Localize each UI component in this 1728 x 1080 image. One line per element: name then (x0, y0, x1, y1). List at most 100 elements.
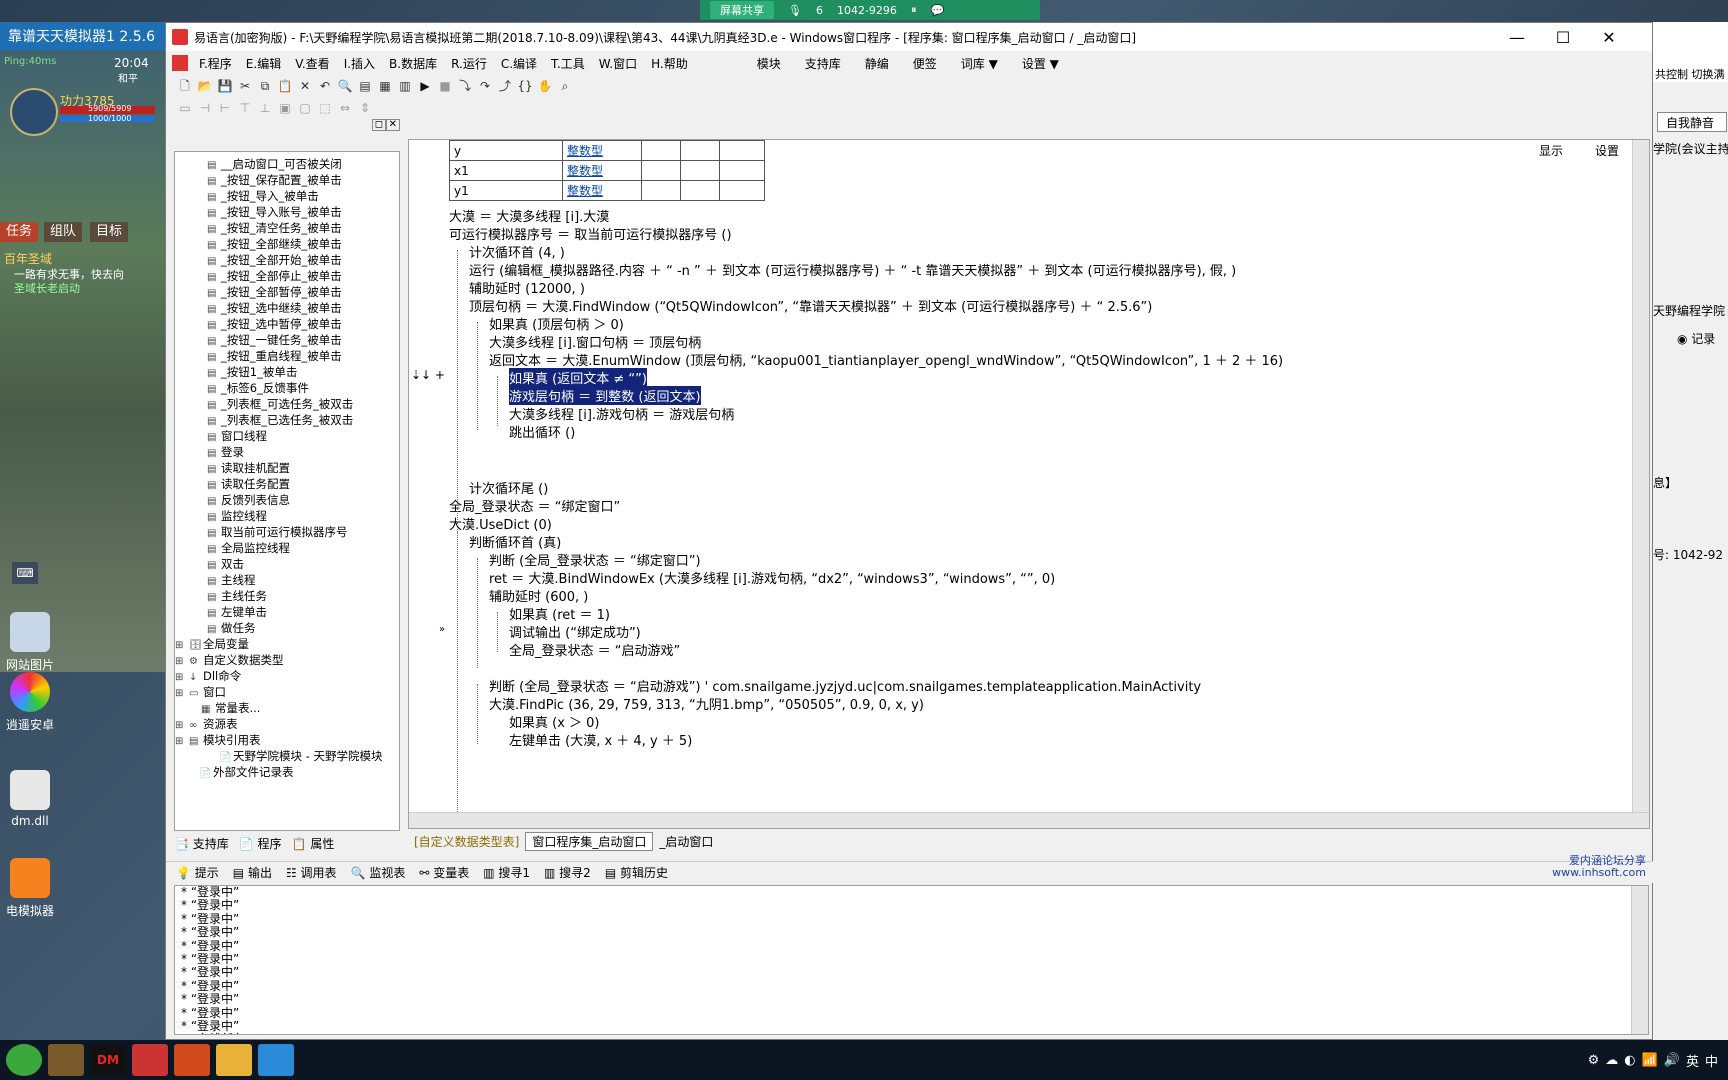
code-line[interactable]: 计次循环尾 () (469, 478, 548, 497)
keyboard-icon[interactable]: ⌨ (12, 562, 38, 584)
tray-volume-icon[interactable]: 🔊 (1664, 1053, 1680, 1068)
program-tree[interactable]: ▤ __启动窗口_可否被关闭 ▤ _按钮_保存配置_被单击 ▤ _按钮_导入_被单击 ▤ _按… (174, 151, 400, 831)
tree-node-sub[interactable]: ▤ 取当前可运行模拟器序号 (175, 524, 399, 540)
menu-notes[interactable]: 便签 (901, 55, 949, 72)
menu-view[interactable]: V.查看 (288, 55, 336, 72)
open-icon[interactable]: 📂 (196, 78, 214, 94)
layout2-icon[interactable]: ▦ (376, 78, 394, 94)
window-titlebar[interactable]: 易语言(加密狗版) - F:\天野编程学院\易语言模拟班第二期(2018.7.1… (166, 23, 1652, 51)
code-line[interactable]: 辅助延时 (12000, ) (469, 278, 585, 297)
tree-node-sub[interactable]: ▤ 读取任务配置 (175, 476, 399, 492)
tree-node-sub[interactable]: ▤ 全局监控线程 (175, 540, 399, 556)
tree-node-sub[interactable]: ▤ _按钮1_被单击 (175, 364, 399, 380)
tree-node-group[interactable]: ⊞ ∞ 资源表 (175, 716, 399, 732)
tree-node-group[interactable]: 📄 天野学院模块 - 天野学院模块 (175, 748, 399, 764)
tree-node-sub[interactable]: ▤ _按钮_选中继续_被单击 (175, 300, 399, 316)
taskbar-emulator-icon[interactable] (174, 1044, 210, 1076)
binoculars-icon[interactable]: ⌕ (556, 78, 574, 94)
tab-window-assembly[interactable]: 窗口程序集_启动窗口 (525, 831, 654, 851)
tree-node-sub[interactable]: ▤ _列表框_已选任务_被双击 (175, 412, 399, 428)
tree-node-group[interactable]: ⊞ ▤ 模块引用表 (175, 732, 399, 748)
tree-node-group[interactable]: ⊞ 🗄全局变量 (175, 636, 399, 652)
panel-close-icon[interactable]: ✕ (385, 119, 400, 131)
tray-icon-1[interactable]: ⚙ (1588, 1053, 1600, 1068)
desktop-icon-xiaoyao[interactable]: 逍遥安卓 (0, 672, 60, 733)
code-line[interactable]: 游戏层句柄 ＝ 到整数 (返回文本) (509, 386, 701, 405)
panel-float-icon[interactable]: ◻ (371, 119, 386, 131)
code-line[interactable]: 如果真 (ret ＝ 1) (509, 604, 610, 623)
code-line[interactable]: 大漠.FindPic (36, 29, 759, 313, “九阴1.bmp”,… (489, 694, 924, 713)
format-icon-9[interactable]: ⇔ (336, 100, 354, 116)
code-line[interactable]: 如果真 (顶层句柄 ＞ 0) (489, 314, 624, 333)
ide-window[interactable]: 易语言(加密狗版) - F:\天野编程学院\易语言模拟班第二期(2018.7.1… (165, 22, 1654, 1040)
quest-title[interactable]: 百年圣域 (4, 250, 52, 267)
tree-node-sub[interactable]: ▤ 反馈列表信息 (175, 492, 399, 508)
tab-clip-history[interactable]: ▤ 剪辑历史 (605, 864, 668, 881)
tree-node-sub[interactable]: ▤ _按钮_全部停止_被单击 (175, 268, 399, 284)
tree-node-sub[interactable]: ▤ _按钮_选中暂停_被单击 (175, 316, 399, 332)
tree-node-sub[interactable]: ▤ 登录 (175, 444, 399, 460)
menu-edit[interactable]: E.编辑 (239, 55, 288, 72)
paste-icon[interactable]: 📋 (276, 78, 294, 94)
tab-properties[interactable]: 📋 属性 (292, 835, 335, 852)
delete-icon[interactable]: ✕ (296, 78, 314, 94)
maximize-button[interactable]: ☐ (1540, 28, 1586, 47)
tree-node-sub[interactable]: ▤ 主线任务 (175, 588, 399, 604)
tree-node-group[interactable]: 📄 外部文件记录表 (175, 764, 399, 780)
save-icon[interactable]: 💾 (216, 78, 234, 94)
tree-node-group[interactable]: ▦ 常量表... (175, 700, 399, 716)
output-panel[interactable]: * “登录中” * “登录中” * “登录中” * “登录中” * “登录中” * “登录… (174, 885, 1649, 1035)
input-mode[interactable]: 中 (1705, 1051, 1718, 1070)
stop-icon[interactable]: ■ (436, 78, 454, 94)
tab-call-stack[interactable]: ☷ 调用表 (286, 864, 337, 881)
tab-program[interactable]: 📄 程序 (239, 835, 282, 852)
tree-node-sub[interactable]: ▤ 窗口线程 (175, 428, 399, 444)
tab-support-lib[interactable]: 📑 支持库 (174, 835, 229, 852)
code-line[interactable]: 顶层句柄 ＝ 大漠.FindWindow (“Qt5QWindowIcon”, … (469, 296, 1152, 315)
cut-icon[interactable]: ✂ (236, 78, 254, 94)
tray-network-icon[interactable]: 📶 (1642, 1053, 1658, 1068)
step-icon[interactable]: ⤵ (456, 78, 474, 94)
code-line[interactable]: 返回文本 ＝ 大漠.EnumWindow (顶层句柄, “kaopu001_ti… (489, 350, 1283, 369)
output-vscrollbar[interactable] (1631, 886, 1648, 1034)
tree-node-sub[interactable]: ▤ _按钮_全部继续_被单击 (175, 236, 399, 252)
pause-icon[interactable]: ⏸ (911, 3, 917, 17)
mic-icon[interactable]: 🎙 (788, 4, 802, 17)
copy-icon[interactable]: ⧉ (256, 78, 274, 94)
code-editor[interactable]: y 整数型 x1 整数型 y1 整数型 显示 设置 大漠 ＝ 大漠多线程 [i].大漠 可运… (408, 139, 1650, 829)
tree-node-sub[interactable]: ▤ _按钮_导入_被单击 (175, 188, 399, 204)
start-icon[interactable] (6, 1044, 42, 1076)
tab-target[interactable]: 目标 (90, 222, 129, 242)
record-radio[interactable]: ◉ 记录 (1677, 330, 1715, 347)
menu-window[interactable]: W.窗口 (592, 55, 644, 72)
tree-node-sub[interactable]: ▤ 读取挂机配置 (175, 460, 399, 476)
tab-variables[interactable]: ⚯ 变量表 (419, 864, 469, 881)
hand-icon[interactable]: ✋ (536, 78, 554, 94)
minimize-button[interactable]: — (1494, 28, 1540, 47)
tree-node-sub[interactable]: ▤ 监控线程 (175, 508, 399, 524)
format-icon-8[interactable]: ⬚ (316, 100, 334, 116)
tree-node-sub[interactable]: ▤ _按钮_清空任务_被单击 (175, 220, 399, 236)
tree-node-sub[interactable]: ▤ 做任务 (175, 620, 399, 636)
fold-marker[interactable]: ⇣↓ + (411, 368, 445, 382)
code-line[interactable]: ret ＝ 大漠.BindWindowEx (大漠多线程 [i].游戏句柄, “… (489, 568, 1055, 587)
settings-button[interactable]: 设置 (1595, 142, 1619, 159)
taskbar-dm-icon[interactable]: DM (90, 1044, 126, 1076)
menu-module[interactable]: 模块 (745, 55, 793, 72)
taskbar-eyy-icon[interactable] (132, 1044, 168, 1076)
desktop-icon-dmdll[interactable]: dm.dll (0, 770, 60, 828)
tab-start-window[interactable]: _启动窗口 (653, 833, 719, 850)
var-type[interactable]: 整数型 (562, 140, 642, 161)
code-line[interactable]: 调试输出 (“绑定成功”) (509, 622, 641, 641)
code-line[interactable]: 判断 (全局_登录状态 ＝ “绑定窗口”) (489, 550, 701, 569)
step-out-icon[interactable]: ⤴ (496, 78, 514, 94)
menu-program[interactable]: F.程序 (192, 55, 239, 72)
avatar[interactable] (10, 88, 58, 136)
menu-tools[interactable]: T.工具 (544, 55, 592, 72)
tree-node-sub[interactable]: ▤ _列表框_可选任务_被双击 (175, 396, 399, 412)
menu-lexicon[interactable]: 词库 ▼ (949, 55, 1010, 72)
code-line[interactable]: 如果真 (返回文本 ≠ “”) (509, 368, 647, 387)
format-icon-1[interactable]: ▭ (176, 100, 194, 116)
self-mute-button[interactable]: 自我静音 (1657, 112, 1727, 132)
right-item-0[interactable]: 共控制 切换满 (1655, 66, 1725, 82)
